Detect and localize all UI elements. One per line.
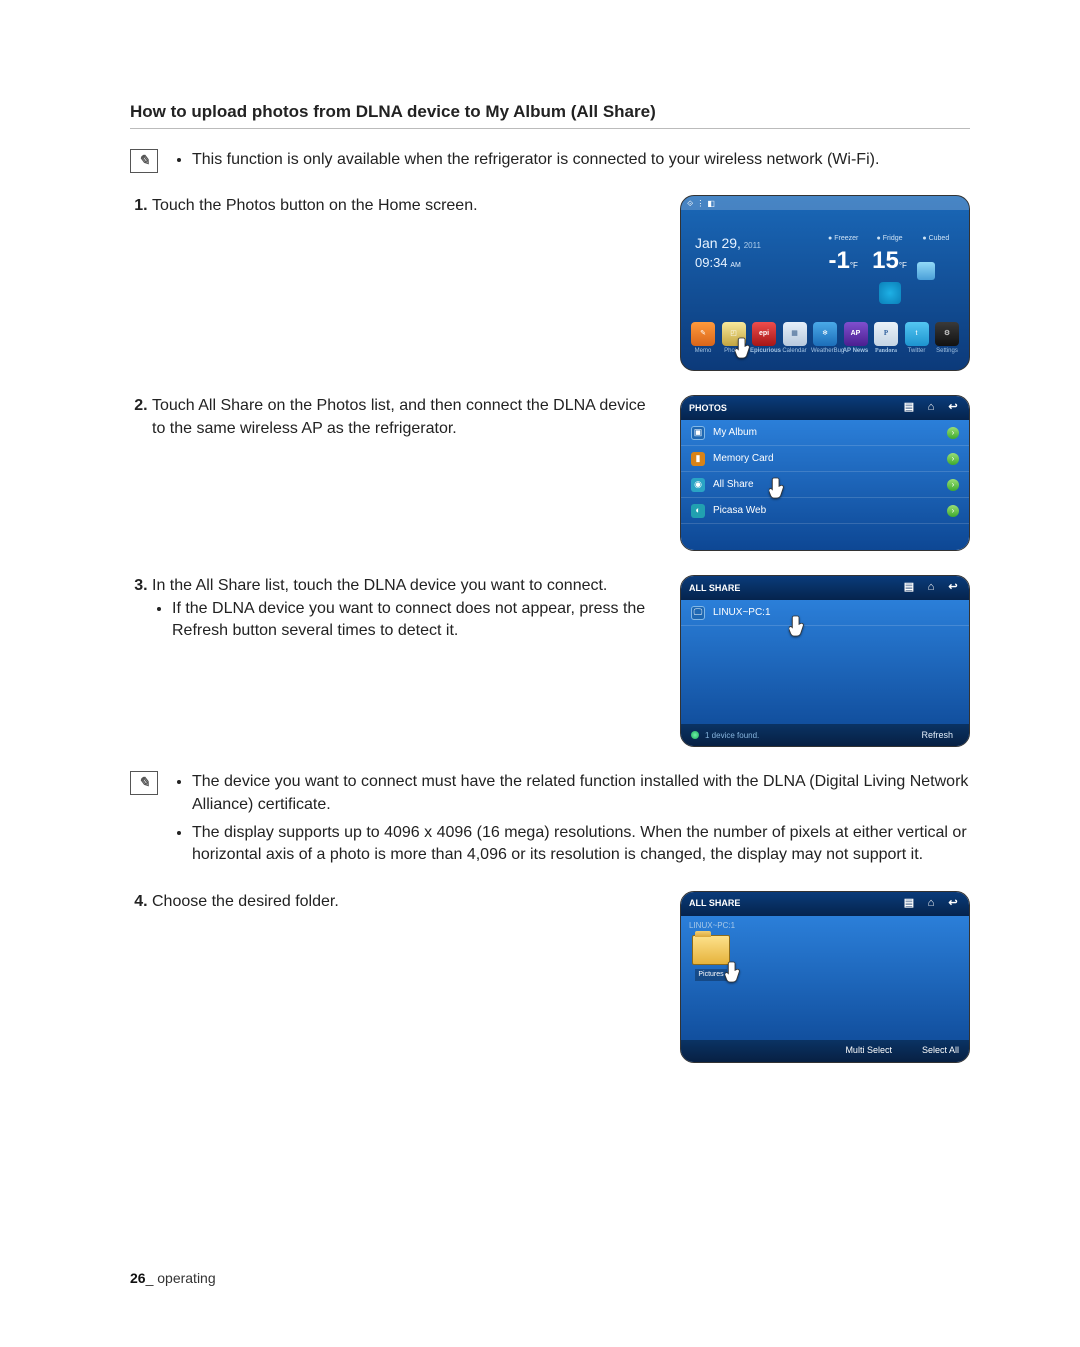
epicurious-app-icon[interactable]: epiEpicurious (752, 322, 776, 346)
pandora-app-icon[interactable]: PPandora (874, 322, 898, 346)
photos-app-icon[interactable]: ◰Photos (722, 322, 746, 346)
select-all-button[interactable]: Select All (922, 1044, 959, 1057)
chevron-icon: › (947, 479, 959, 491)
device-found-status: 1 device found. (705, 730, 909, 741)
step-3-text: In the All Share list, touch the DLNA de… (152, 575, 654, 642)
folder-pictures[interactable]: Pictures (689, 935, 733, 981)
album-icon: ▣ (691, 426, 705, 440)
allshare-panel-title: ALL SHARE (689, 582, 895, 595)
allshare-folder-title: ALL SHARE (689, 897, 895, 910)
fridge-temp: ● Fridge 15°F (870, 234, 908, 307)
weather-app-icon[interactable]: ❄WeatherBug (813, 322, 837, 346)
back-icon[interactable]: ↩ (945, 400, 961, 416)
step-3-sub: If the DLNA device you want to connect d… (172, 598, 654, 643)
chevron-icon: › (947, 505, 959, 517)
page-footer: 26_ operating (130, 1269, 216, 1289)
cubed-ice: ● Cubed (917, 234, 955, 307)
note-text-2b: The display supports up to 4096 x 4096 (… (192, 822, 970, 867)
freezer-temp: ● Freezer -1°F (824, 234, 862, 307)
list-item-all-share[interactable]: ◉ All Share › (681, 472, 969, 498)
picasa-icon: ◐ (691, 504, 705, 518)
note-text-2a: The device you want to connect must have… (192, 771, 970, 816)
home-icon[interactable]: ⌂ (923, 896, 939, 912)
apnews-app-icon[interactable]: APAP News (844, 322, 868, 346)
memo-app-icon[interactable]: ✎Memo (691, 322, 715, 346)
chevron-icon: › (947, 427, 959, 439)
photos-panel-title: PHOTOS (689, 402, 895, 415)
step-4-text: Choose the desired folder. (152, 891, 654, 913)
folder-icon (692, 935, 730, 965)
step-2-text: Touch All Share on the Photos list, and … (152, 395, 654, 440)
settings-app-icon[interactable]: ⚙Settings (935, 322, 959, 346)
list-item-my-album[interactable]: ▣ My Album › (681, 420, 969, 446)
refresh-button[interactable]: Refresh (915, 727, 959, 744)
save-icon[interactable]: ▤ (901, 400, 917, 416)
note-icon: ✎ (130, 771, 158, 795)
status-bar: ⟐⋮◧ (681, 196, 969, 210)
multi-select-button[interactable]: Multi Select (845, 1044, 892, 1057)
section-heading: How to upload photos from DLNA device to… (130, 100, 970, 129)
status-dot (691, 731, 699, 739)
list-item-picasa[interactable]: ◐ Picasa Web › (681, 498, 969, 524)
allshare-devices-screenshot: ALL SHARE ▤ ⌂ ↩ 🖵 LINUX~PC:1 1 device fo… (680, 575, 970, 747)
home-date-time: Jan 29, 2011 09:34 AM (695, 234, 814, 307)
home-icon[interactable]: ⌂ (923, 580, 939, 596)
list-item-memory-card[interactable]: ▮ Memory Card › (681, 446, 969, 472)
memory-card-icon: ▮ (691, 452, 705, 466)
back-icon[interactable]: ↩ (945, 580, 961, 596)
calendar-app-icon[interactable]: ▦Calendar (783, 322, 807, 346)
twitter-app-icon[interactable]: tTwitter (905, 322, 929, 346)
allshare-icon: ◉ (691, 478, 705, 492)
note-icon: ✎ (130, 149, 158, 173)
allshare-folder-screenshot: ALL SHARE ▤ ⌂ ↩ LINUX~PC:1 Pictures Mult… (680, 891, 970, 1063)
save-icon[interactable]: ▤ (901, 896, 917, 912)
pc-icon: 🖵 (691, 606, 705, 620)
device-linux-pc1[interactable]: 🖵 LINUX~PC:1 (681, 600, 969, 626)
home-icon[interactable]: ⌂ (923, 400, 939, 416)
save-icon[interactable]: ▤ (901, 580, 917, 596)
chevron-icon: › (947, 453, 959, 465)
photos-list-screenshot: PHOTOS ▤ ⌂ ↩ ▣ My Album › ▮ Memory Card … (680, 395, 970, 551)
back-icon[interactable]: ↩ (945, 896, 961, 912)
note-text-1: This function is only available when the… (192, 149, 970, 171)
home-screen-screenshot: ⟐⋮◧ Jan 29, 2011 09:34 AM ● Freezer -1°F… (680, 195, 970, 371)
breadcrumb: LINUX~PC:1 (681, 916, 969, 931)
step-1-text: Touch the Photos button on the Home scre… (152, 195, 654, 217)
